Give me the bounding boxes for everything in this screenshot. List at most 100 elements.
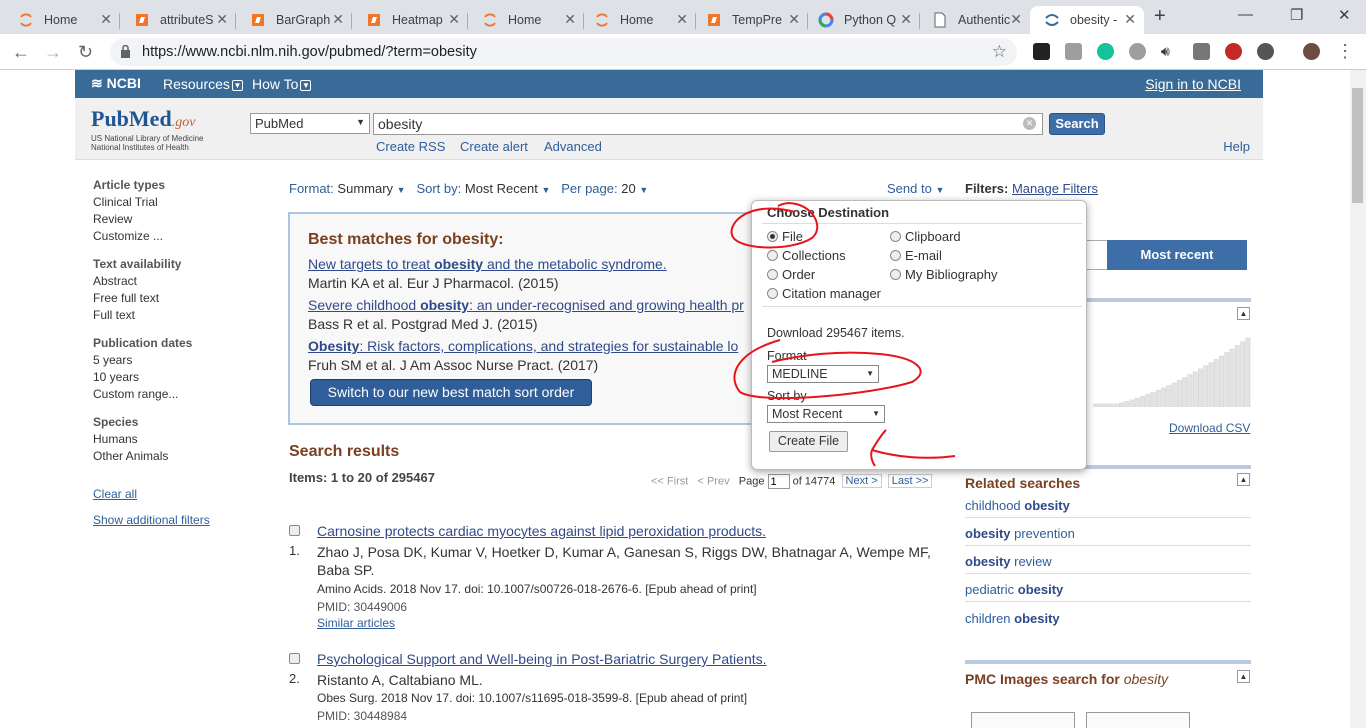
format-select[interactable]: MEDLINE ▼	[767, 365, 879, 383]
show-additional-filters-link[interactable]: Show additional filters	[93, 513, 253, 527]
perpage-value[interactable]: 20	[621, 181, 635, 196]
radio-clipboard[interactable]: Clipboard	[890, 229, 961, 244]
browser-tab[interactable]: Python Q ✕	[804, 6, 920, 34]
menu-icon[interactable]: ⋮	[1336, 41, 1354, 62]
related-search-link[interactable]: childhood obesity	[965, 498, 1251, 518]
reload-icon[interactable]: ↻	[78, 42, 93, 63]
radio-file[interactable]: File	[767, 229, 803, 244]
camera-icon[interactable]	[1193, 43, 1210, 60]
back-icon[interactable]: ←	[12, 42, 30, 63]
close-tab-icon[interactable]: ✕	[1010, 11, 1022, 28]
page-scrollbar-thumb[interactable]	[1352, 88, 1363, 203]
collapse-icon[interactable]: ▲	[1237, 307, 1250, 320]
filter-item[interactable]: Free full text	[93, 290, 253, 307]
collapse-icon[interactable]: ▲	[1237, 670, 1250, 683]
display-settings[interactable]: Format: Summary ▼ Sort by: Most Recent ▼…	[289, 181, 648, 196]
browser-tab[interactable]: BarGraph ✕	[236, 6, 352, 34]
extension-icon[interactable]	[1129, 43, 1146, 60]
browser-tab[interactable]: attributeS ✕	[120, 6, 236, 34]
pubmed-logo[interactable]: PubMed.gov US National Library of Medici…	[91, 106, 204, 152]
filter-item[interactable]: Review	[93, 211, 253, 228]
close-tab-icon[interactable]: ✕	[100, 11, 112, 28]
next-page-link[interactable]: Next >	[841, 474, 882, 489]
filter-item[interactable]: Other Animals	[93, 448, 253, 465]
collapse-icon[interactable]: ▲	[1237, 473, 1250, 486]
bookmark-star-icon[interactable]: ☆	[992, 38, 1007, 66]
close-tab-icon[interactable]: ✕	[900, 11, 912, 28]
most-recent-tab[interactable]: Most recent	[1107, 240, 1247, 270]
browser-tab[interactable]: Home ✕	[468, 6, 584, 34]
close-tab-icon[interactable]: ✕	[216, 11, 228, 28]
minimize-button[interactable]: —	[1238, 6, 1253, 23]
clear-icon[interactable]: ✕	[1023, 117, 1036, 130]
first-page-link[interactable]: << First	[651, 475, 688, 487]
filter-item[interactable]: Customize ...	[93, 228, 253, 245]
extension-icon[interactable]	[1225, 43, 1242, 60]
related-search-link[interactable]: obesity review	[965, 554, 1251, 574]
pmc-image-thumbnail[interactable]	[1086, 712, 1190, 728]
close-tab-icon[interactable]: ✕	[332, 11, 344, 28]
format-value[interactable]: Summary	[337, 181, 393, 196]
sort-select[interactable]: Most Recent ▼	[767, 405, 885, 423]
database-select[interactable]: PubMed ▼	[250, 113, 370, 134]
sign-in-link[interactable]: Sign in to NCBI	[1145, 76, 1241, 92]
filter-item[interactable]: Humans	[93, 431, 253, 448]
browser-tab[interactable]: Authentic ✕	[918, 6, 1030, 34]
close-tab-icon[interactable]: ✕	[788, 11, 800, 28]
advanced-link[interactable]: Advanced	[544, 139, 602, 154]
result-title[interactable]: Psychological Support and Well-being in …	[317, 651, 767, 667]
create-alert-link[interactable]: Create alert	[460, 139, 528, 154]
help-link[interactable]: Help	[1223, 139, 1250, 154]
related-search-link[interactable]: pediatric obesity	[965, 582, 1251, 602]
extension-icon[interactable]	[1065, 43, 1082, 60]
filter-item[interactable]: Custom range...	[93, 386, 253, 403]
create-rss-link[interactable]: Create RSS	[376, 139, 445, 154]
download-csv-link[interactable]: Download CSV	[1169, 421, 1250, 435]
manage-filters-link[interactable]: Manage Filters	[1012, 181, 1098, 196]
result-title[interactable]: Carnosine protects cardiac myocytes agai…	[317, 523, 766, 539]
result-checkbox[interactable]	[289, 525, 300, 536]
browser-tab[interactable]: Home ✕	[4, 6, 120, 34]
filter-item[interactable]: Full text	[93, 307, 253, 324]
best-match-title[interactable]: New targets to treat obesity and the met…	[308, 256, 667, 272]
result-checkbox[interactable]	[289, 653, 300, 664]
extension-icon[interactable]	[1257, 43, 1274, 60]
best-match-title[interactable]: Obesity: Risk factors, complications, an…	[308, 338, 738, 354]
send-to-menu[interactable]: Send to ▼	[887, 181, 944, 196]
page-number-input[interactable]	[767, 474, 790, 489]
address-bar[interactable]: https://www.ncbi.nlm.nih.gov/pubmed/?ter…	[110, 38, 1017, 66]
filter-item[interactable]: 10 years	[93, 369, 253, 386]
extension-icon[interactable]	[1033, 43, 1050, 60]
best-match-title[interactable]: Severe childhood obesity: an under-recog…	[308, 297, 744, 313]
related-search-link[interactable]: children obesity	[965, 611, 1251, 630]
switch-sort-order-button[interactable]: Switch to our new best match sort order	[310, 379, 592, 406]
ncbi-logo[interactable]: ≋ NCBI	[91, 75, 141, 92]
filter-item[interactable]: Clinical Trial	[93, 194, 253, 211]
pmc-image-thumbnail[interactable]	[971, 712, 1075, 728]
window-close-button[interactable]: ✕	[1338, 6, 1351, 24]
close-tab-icon[interactable]: ✕	[448, 11, 460, 28]
search-button[interactable]: Search	[1049, 113, 1105, 135]
browser-tab[interactable]: TempPre ✕	[692, 6, 808, 34]
profile-avatar[interactable]	[1303, 43, 1320, 60]
related-search-link[interactable]: obesity prevention	[965, 526, 1251, 546]
maximize-button[interactable]: ❐	[1290, 6, 1303, 24]
filter-item[interactable]: Abstract	[93, 273, 253, 290]
similar-articles-link[interactable]: Similar articles	[317, 616, 395, 630]
close-tab-icon[interactable]: ✕	[1124, 11, 1136, 28]
radio-order[interactable]: Order	[767, 267, 815, 282]
clear-all-link[interactable]: Clear all	[93, 487, 253, 501]
grammarly-icon[interactable]	[1097, 43, 1114, 60]
close-tab-icon[interactable]: ✕	[676, 11, 688, 28]
close-tab-icon[interactable]: ✕	[564, 11, 576, 28]
filter-item[interactable]: 5 years	[93, 352, 253, 369]
prev-page-link[interactable]: < Prev	[697, 475, 729, 487]
new-tab-button[interactable]: +	[1154, 5, 1166, 28]
last-page-link[interactable]: Last >>	[887, 474, 933, 489]
howto-menu[interactable]: How To ▼	[252, 76, 312, 92]
radio-collections[interactable]: Collections	[767, 248, 846, 263]
create-file-button[interactable]: Create File	[769, 431, 848, 452]
browser-tab-active[interactable]: obesity - ✕	[1030, 6, 1144, 34]
forward-icon[interactable]: →	[44, 42, 62, 63]
search-input[interactable]: obesity ✕	[373, 113, 1043, 135]
